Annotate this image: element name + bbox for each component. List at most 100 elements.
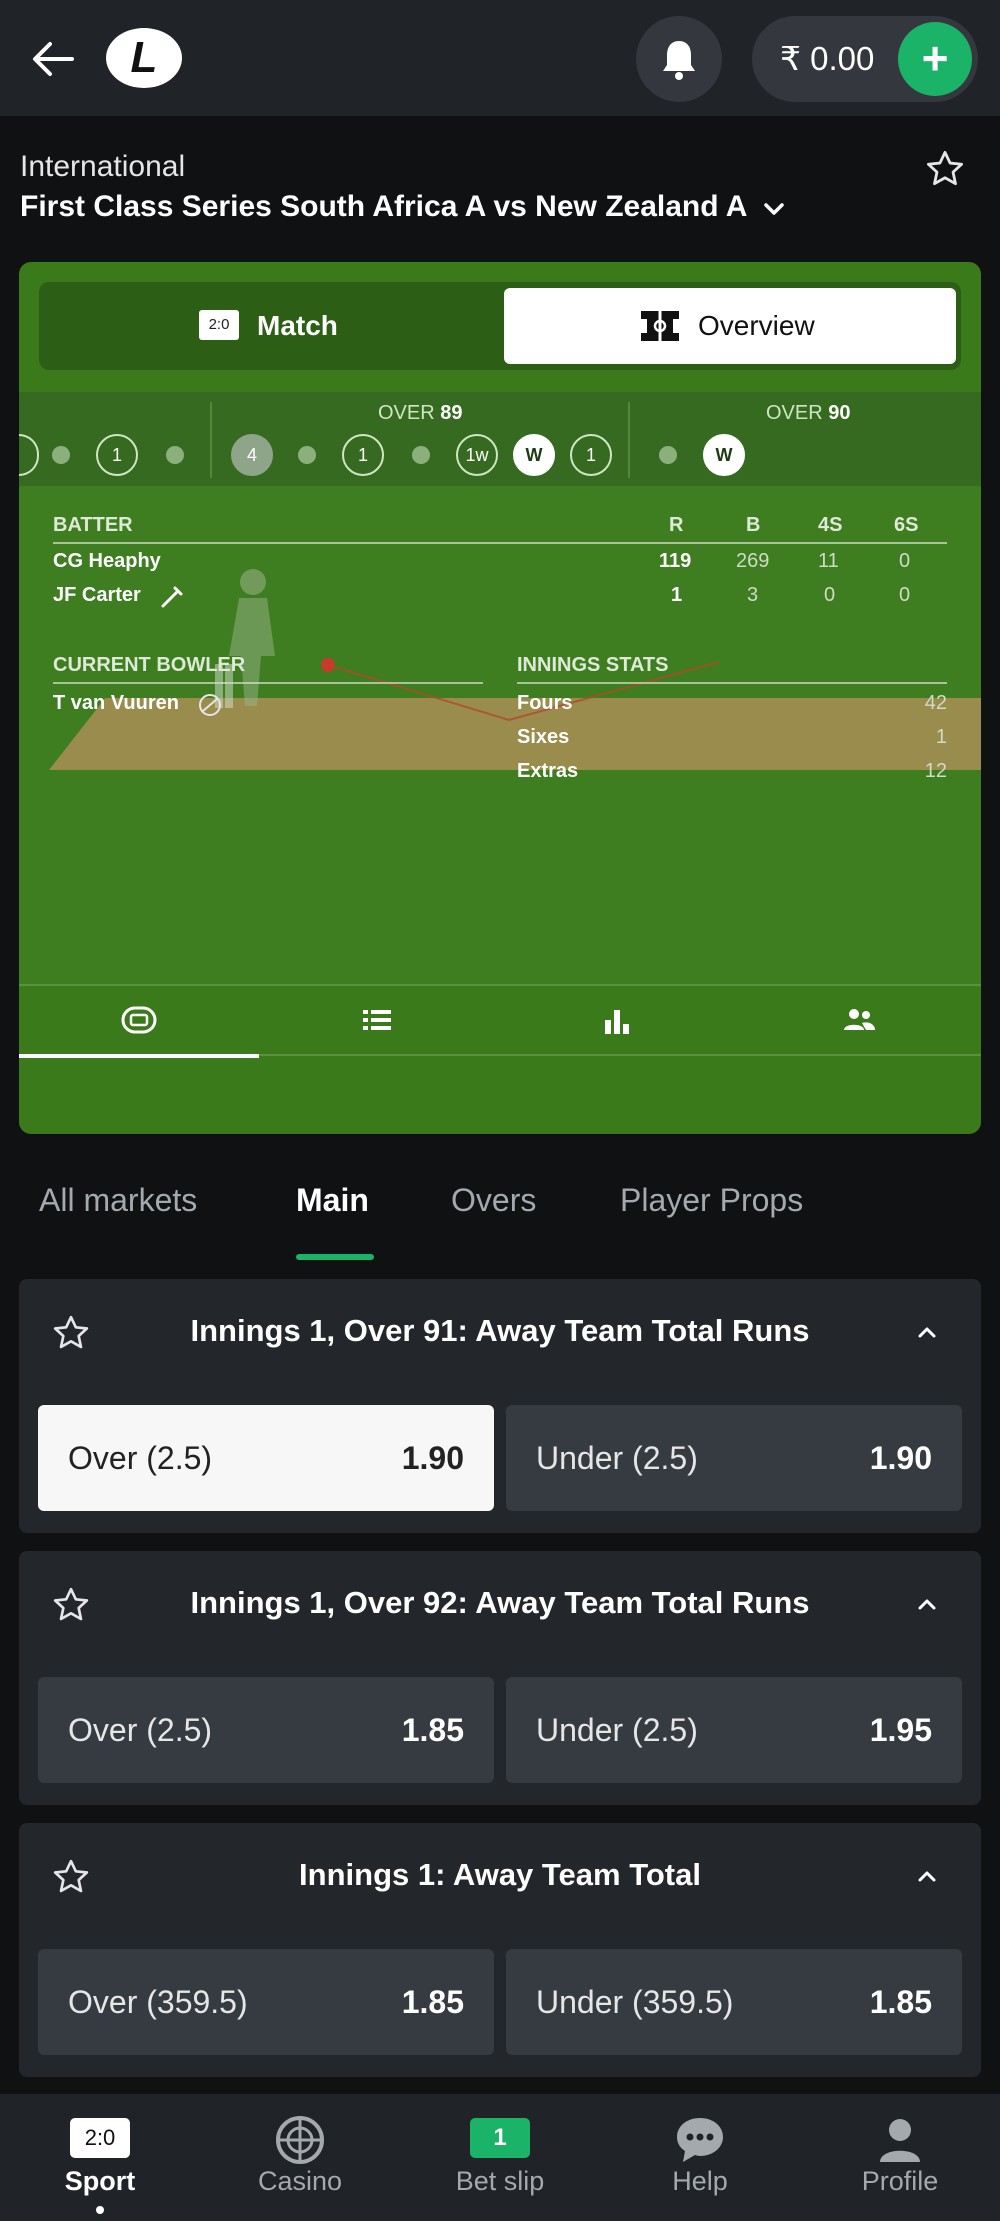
players-icon <box>844 1009 875 1030</box>
odds-label: Under (2.5) <box>536 1712 698 1748</box>
market-title[interactable]: Innings 1, Over 92: Away Team Total Runs <box>19 1585 981 1621</box>
batter-balls: 3 <box>747 584 759 606</box>
chat-icon <box>677 2118 723 2162</box>
tab-overs[interactable]: Overs <box>451 1182 536 1219</box>
nav-label: Help <box>672 2166 728 2196</box>
cricket-field: BATTER R B 4S 6S CG Heaphy 119 269 11 0 … <box>19 486 981 986</box>
batter-header: BATTER <box>53 514 133 536</box>
scoreboard-icon: 2:0 <box>199 310 239 340</box>
bell-icon <box>663 41 695 80</box>
match-title[interactable]: First Class Series South Africa A vs New… <box>20 190 747 224</box>
match-toggle-label: Match <box>257 310 338 341</box>
odds-button-under[interactable]: Under (359.5) 1.85 <box>506 1949 962 2055</box>
over-label-90: OVER 90 <box>766 402 851 425</box>
odds-value: 1.90 <box>869 1440 932 1476</box>
match-toggle-button[interactable]: 2:0 Match <box>39 282 499 370</box>
innings-stat-value: 1 <box>935 726 947 748</box>
over-separator <box>628 402 630 478</box>
tab-main[interactable]: Main <box>296 1182 369 1219</box>
pitch-icon <box>121 1006 157 1034</box>
nav-help[interactable]: Help <box>600 2094 800 2221</box>
match-tracker-widget: 2:0 Match Overview OVER 89 OVER 90 1 4 1… <box>19 262 981 1134</box>
odds-button-under[interactable]: Under (2.5) 1.90 <box>506 1405 962 1511</box>
odds-button-over[interactable]: Over (359.5) 1.85 <box>38 1949 494 2055</box>
brand-logo[interactable]: L <box>106 28 182 88</box>
ball-marker: 1w <box>456 434 498 476</box>
nav-label: Sport <box>64 2166 136 2196</box>
over-label-89: OVER 89 <box>378 402 463 425</box>
batter-name: JF Carter <box>53 584 141 606</box>
bowler-name: T van Vuuren <box>53 692 179 714</box>
widget-tab-stats[interactable] <box>499 986 739 1056</box>
ball-marker: W <box>513 434 555 476</box>
market-title[interactable]: Innings 1, Over 91: Away Team Total Runs <box>19 1313 981 1349</box>
widget-tab-field[interactable] <box>19 986 259 1058</box>
bowling-ball-icon <box>199 694 221 716</box>
category-breadcrumb[interactable]: International <box>20 150 185 184</box>
col-balls: B <box>746 514 761 536</box>
ball-marker: 4 <box>231 434 273 476</box>
nav-profile[interactable]: Profile <box>800 2094 1000 2221</box>
logo-letter: L <box>130 33 158 82</box>
ball-dot <box>52 446 70 464</box>
market-title[interactable]: Innings 1: Away Team Total <box>19 1857 981 1893</box>
odds-label: Over (359.5) <box>68 1984 248 2020</box>
chevron-up-icon[interactable] <box>913 1865 941 1887</box>
innings-stat-label: Fours <box>517 692 573 714</box>
odds-button-over[interactable]: Over (2.5) 1.90 <box>38 1405 494 1511</box>
odds-button-over[interactable]: Over (2.5) 1.85 <box>38 1677 494 1783</box>
ball-dot <box>659 446 677 464</box>
nav-sport[interactable]: 2:0 Sport <box>0 2094 200 2221</box>
odds-label: Under (2.5) <box>536 1440 698 1476</box>
pitch-icon <box>641 311 679 341</box>
batter-runs: 119 <box>659 550 692 572</box>
tab-all-markets[interactable]: All markets <box>39 1182 197 1219</box>
widget-tab-list[interactable] <box>259 986 499 1056</box>
divider <box>517 682 947 684</box>
notifications-button[interactable] <box>636 16 722 102</box>
scoreboard-icon: 2:0 <box>70 2118 130 2158</box>
col-runs: R <box>669 514 684 536</box>
batter-sixes: 0 <box>899 584 911 606</box>
back-arrow-icon[interactable] <box>28 34 78 84</box>
widget-tab-lineups[interactable] <box>739 986 979 1056</box>
odds-label: Over (2.5) <box>68 1712 213 1748</box>
market-card: Innings 1, Over 91: Away Team Total Runs… <box>19 1279 981 1533</box>
ball-marker <box>19 434 39 476</box>
overview-toggle-button[interactable]: Overview <box>504 288 956 364</box>
favorite-star-icon[interactable] <box>924 148 966 190</box>
overs-timeline[interactable]: OVER 89 OVER 90 1 4 1 1w W 1 W <box>19 392 981 486</box>
list-icon <box>363 1010 391 1030</box>
innings-stat-label: Sixes <box>517 726 570 748</box>
innings-stat-value: 42 <box>924 692 947 714</box>
widget-tabs <box>19 984 981 1058</box>
ball-marker: 1 <box>570 434 612 476</box>
batter-fours: 0 <box>824 584 836 606</box>
chevron-up-icon[interactable] <box>913 1593 941 1615</box>
nav-casino[interactable]: Casino <box>200 2094 400 2221</box>
over-separator <box>210 402 212 478</box>
chevron-up-icon[interactable] <box>913 1321 941 1343</box>
deposit-button[interactable]: + <box>898 22 972 96</box>
divider <box>53 542 947 544</box>
striker-bat-icon <box>161 586 183 608</box>
nav-label: Bet slip <box>455 2166 545 2196</box>
col-sixes: 6S <box>894 514 919 536</box>
odds-button-under[interactable]: Under (2.5) 1.95 <box>506 1677 962 1783</box>
chevron-down-icon[interactable] <box>760 198 788 222</box>
nav-bet-slip[interactable]: 1 Bet slip <box>400 2094 600 2221</box>
market-card: Innings 1, Over 92: Away Team Total Runs… <box>19 1551 981 1805</box>
divider <box>53 682 483 684</box>
col-fours: 4S <box>818 514 843 536</box>
balance-pill[interactable]: ₹ 0.00 + <box>752 16 978 102</box>
bar-chart-icon <box>605 1010 629 1034</box>
tab-player-props[interactable]: Player Props <box>620 1182 803 1219</box>
ball-marker: W <box>703 434 745 476</box>
person-icon <box>880 2119 920 2162</box>
bet-slip-count-badge: 1 <box>470 2118 530 2158</box>
ball-marker: 1 <box>96 434 138 476</box>
nav-label: Casino <box>257 2166 343 2196</box>
ball-dot <box>166 446 184 464</box>
odds-label: Over (2.5) <box>68 1440 213 1476</box>
ball-marker: 1 <box>342 434 384 476</box>
